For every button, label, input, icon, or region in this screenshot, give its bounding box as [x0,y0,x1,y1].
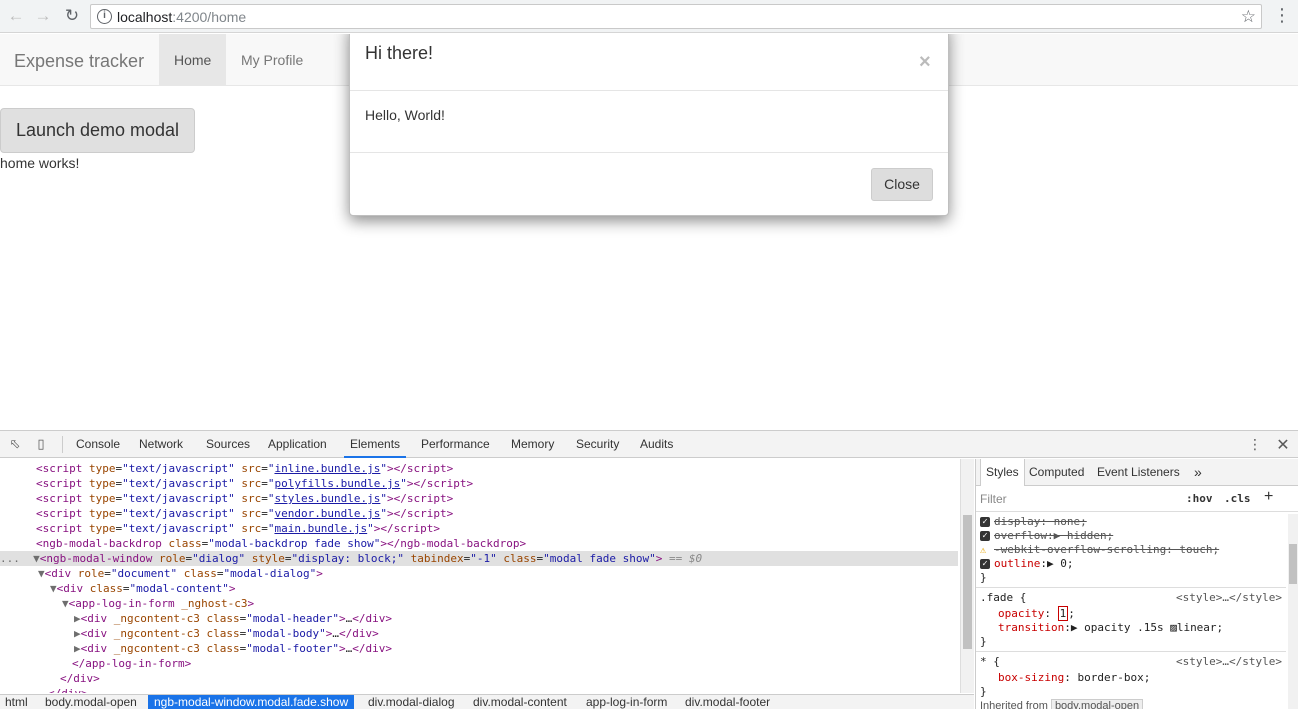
devtools-tabbar: ⬁ ▯ Console Network Sources Application … [0,431,1298,458]
breadcrumb: html body.modal-open ngb-modal-window.mo… [0,694,974,709]
crumb-modal-content[interactable]: div.modal-content [473,695,567,709]
nav-my-profile[interactable]: My Profile [226,34,318,86]
dom-node-modal-body[interactable]: ▶<div _ngcontent-c3 class="modal-body">…… [74,626,379,641]
modal-dialog: Hi there! × Hello, World! Close [349,34,949,216]
dom-node-modal-content[interactable]: ▼<div class="modal-content"> [50,581,235,596]
new-rule-icon[interactable]: + [1264,488,1273,506]
dom-node-app-log-in-form[interactable]: ▼<app-log-in-form _nghost-c3> [62,596,254,611]
styles-pane: Styles Computed Event Listeners » Filter… [975,459,1298,709]
dom-node-modal-header[interactable]: ▶<div _ngcontent-c3 class="modal-header"… [74,611,392,626]
styles-scrollbar[interactable] [1288,514,1298,709]
dom-node-modal-window-selected[interactable]: ... ▼<ngb-modal-window role="dialog" sty… [0,551,958,566]
tab-network[interactable]: Network [139,431,183,458]
tab-application[interactable]: Application [268,431,327,458]
styles-filter[interactable]: Filter :hov .cls + [976,487,1298,512]
tab-computed[interactable]: Computed [1029,459,1084,486]
back-icon[interactable]: ← [6,6,26,26]
tab-sources[interactable]: Sources [206,431,250,458]
scrollbar-thumb[interactable] [963,515,972,649]
dom-node-backdrop[interactable]: <ngb-modal-backdrop class="modal-backdro… [36,536,526,551]
dom-node-close-div[interactable]: </div> [48,686,88,693]
rule-close-brace: } [980,571,987,584]
style-prop-transition[interactable]: transition:▶ opacity .15s ▨linear; [998,621,1223,635]
tab-audits[interactable]: Audits [640,431,673,458]
rule-selector-fade[interactable]: .fade { [980,591,1026,605]
dom-node-script[interactable]: <script type="text/javascript" src="main… [36,521,440,536]
style-prop-opacity[interactable]: opacity: 1; [998,606,1075,621]
info-icon[interactable]: i [97,9,112,24]
tab-performance[interactable]: Performance [421,431,490,458]
browser-menu-icon[interactable]: ⋮ [1272,5,1292,26]
brand-link[interactable]: Expense tracker [14,51,144,72]
toolbar-divider [62,436,63,453]
dom-node-script[interactable]: <script type="text/javascript" src="poly… [36,476,473,491]
scrollbar-thumb[interactable] [1289,544,1297,584]
nav-home[interactable]: Home [159,34,227,86]
rule-divider [976,587,1286,588]
dom-node-script[interactable]: <script type="text/javascript" src="inli… [36,461,453,476]
reload-icon[interactable]: ↻ [62,6,82,26]
rule-source-link[interactable]: <style>…</style> [1176,655,1282,669]
device-toggle-icon[interactable]: ▯ [33,436,49,452]
browser-toolbar: ← → ↻ i localhost:4200/home ☆ ⋮ [0,0,1298,33]
devtools-menu-icon[interactable]: ⋮ [1248,436,1262,453]
rule-selector-universal[interactable]: * { [980,655,1000,669]
hov-toggle[interactable]: :hov [1186,492,1213,505]
crumb-app-log-in-form[interactable]: app-log-in-form [586,695,667,709]
modal-close-icon[interactable]: × [919,52,931,72]
dom-node-close-app-log-in-form[interactable]: </app-log-in-form> [72,656,191,671]
style-prop-overflow[interactable]: ✓ overflow:▶ hidden; [980,529,1113,543]
dom-node-close-div[interactable]: </div> [60,671,100,686]
dom-node-script[interactable]: <script type="text/javascript" src="styl… [36,491,453,506]
crumb-html[interactable]: html [5,695,28,709]
crumb-ngb-modal-window[interactable]: ngb-modal-window.modal.fade.show [148,695,355,709]
modal-close-button[interactable]: Close [871,168,933,201]
modal-footer: Close [350,152,948,216]
rule-source-link[interactable]: <style>…</style> [1176,591,1282,605]
home-works-text: home works! [0,155,80,171]
filter-input[interactable]: Filter [980,492,1007,506]
dom-node-modal-dialog[interactable]: ▼<div role="document" class="modal-dialo… [38,566,323,581]
cls-toggle[interactable]: .cls [1224,492,1251,505]
tab-styles[interactable]: Styles [980,459,1025,486]
modal-body: Hello, World! [365,107,445,123]
close-icon[interactable]: ✕ [1275,435,1291,455]
elements-tree[interactable]: <script type="text/javascript" src="inli… [0,459,960,693]
tab-security[interactable]: Security [576,431,619,458]
elements-scrollbar[interactable] [960,459,974,693]
tab-memory[interactable]: Memory [511,431,554,458]
url-text: localhost:4200/home [117,9,247,25]
rule-close-brace: } [980,635,987,648]
web-page: Expense tracker Home My Profile Launch d… [0,34,1298,430]
more-tabs-icon[interactable]: » [1194,459,1202,486]
style-prop-webkit-overflow[interactable]: ⚠ -webkit-overflow-scrolling: touch; [980,543,1219,557]
star-icon[interactable]: ☆ [1241,7,1256,27]
launch-demo-modal-button[interactable]: Launch demo modal [0,108,195,153]
styles-tabbar: Styles Computed Event Listeners » [976,459,1298,486]
dom-node-modal-footer[interactable]: ▶<div _ngcontent-c3 class="modal-footer"… [74,641,392,656]
modal-header: Hi there! × [350,34,948,91]
rule-close-brace: } [980,685,987,698]
tab-elements[interactable]: Elements [344,431,407,458]
modal-title: Hi there! [365,43,434,63]
tab-event-listeners[interactable]: Event Listeners [1097,459,1180,486]
address-bar[interactable]: i localhost:4200/home ☆ [90,4,1262,29]
devtools-panel: ⬁ ▯ Console Network Sources Application … [0,430,1298,709]
crumb-modal-dialog[interactable]: div.modal-dialog [368,695,455,709]
crumb-body[interactable]: body.modal-open [45,695,137,709]
crumb-modal-footer[interactable]: div.modal-footer [685,695,770,709]
dom-node-script[interactable]: <script type="text/javascript" src="vend… [36,506,453,521]
style-prop-outline[interactable]: ✓ outline:▶ 0; [980,557,1073,571]
style-prop-box-sizing[interactable]: box-sizing: border-box; [998,671,1150,685]
forward-icon[interactable]: → [33,6,53,26]
style-prop-display[interactable]: ✓ display: none; [980,515,1087,529]
inspect-icon[interactable]: ⬁ [7,436,23,452]
tab-console[interactable]: Console [76,431,120,458]
rule-divider [976,651,1286,652]
